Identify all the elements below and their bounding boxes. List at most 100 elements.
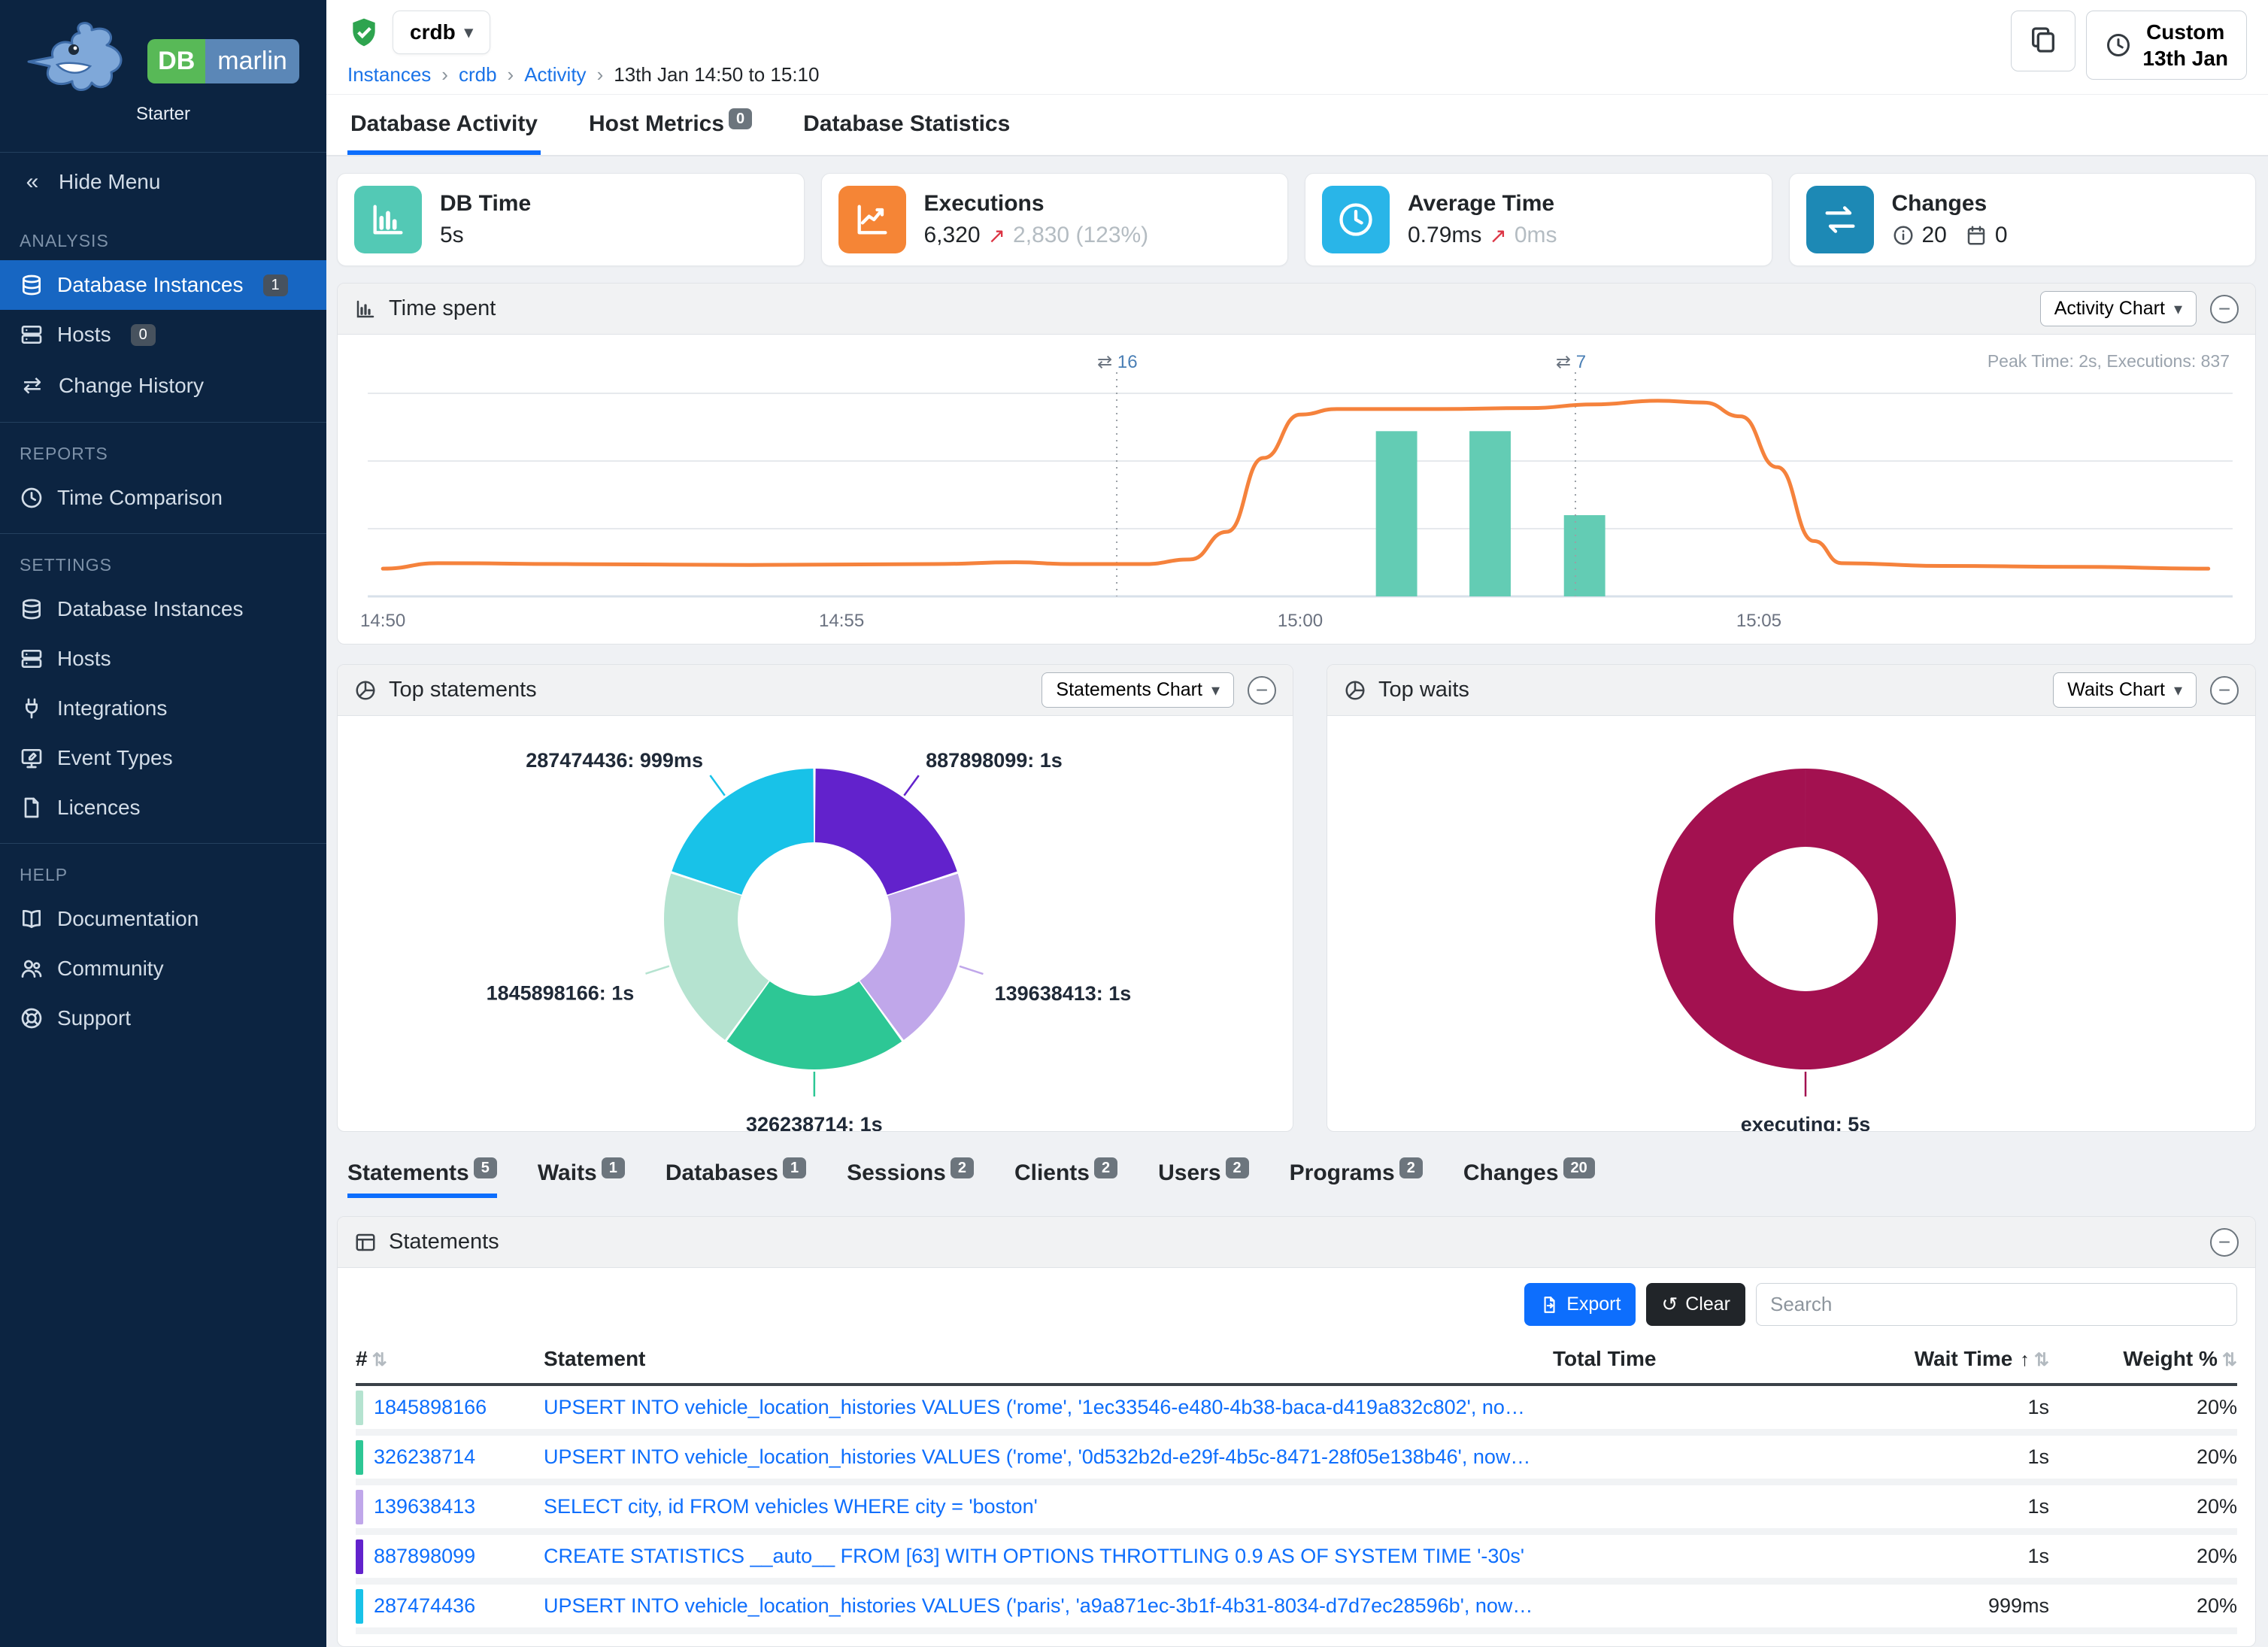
tab-sessions[interactable]: Sessions2: [847, 1160, 974, 1198]
weight-value: 20%: [2049, 1396, 2237, 1419]
instance-selector[interactable]: crdb ▾: [393, 11, 490, 54]
plug-icon: [20, 696, 44, 720]
col-wait-time[interactable]: Wait Time↑⇅: [1809, 1347, 2049, 1371]
plan-label: Starter: [136, 104, 190, 125]
book-icon: [20, 907, 44, 931]
sidebar-item-event-types[interactable]: Event Types: [0, 733, 326, 783]
collapse-button[interactable]: −: [2210, 295, 2239, 323]
tab-changes[interactable]: Changes20: [1463, 1160, 1595, 1198]
breadcrumb-activity[interactable]: Activity: [524, 63, 586, 86]
chevron-down-icon: ▾: [1211, 681, 1220, 700]
statement-link[interactable]: UPSERT INTO vehicle_location_histories V…: [544, 1445, 1553, 1469]
sidebar-item-time-comparison[interactable]: Time Comparison: [0, 473, 326, 523]
collapse-button[interactable]: −: [1248, 676, 1276, 705]
card-title: DB Time: [440, 191, 531, 217]
weight-value: 20%: [2049, 1545, 2237, 1568]
search-input[interactable]: [1756, 1283, 2237, 1326]
count-badge: 0: [729, 108, 752, 129]
tab-host-metrics[interactable]: Host Metrics0: [586, 95, 755, 155]
sidebar-item-support[interactable]: Support: [0, 993, 326, 1043]
clock-icon: [2105, 32, 2132, 59]
statement-id-link[interactable]: 887898099: [374, 1545, 493, 1568]
statement-link[interactable]: UPSERT INTO vehicle_location_histories V…: [544, 1396, 1553, 1419]
licence-icon: [20, 796, 44, 820]
sidebar-item-label: Community: [57, 957, 164, 981]
copy-button[interactable]: [2011, 11, 2075, 71]
table-toolbar: Export ↺ Clear: [338, 1268, 2255, 1339]
statement-link[interactable]: UPSERT INTO vehicle_location_histories V…: [544, 1594, 1553, 1618]
bar-chart-icon: [354, 186, 422, 253]
server-icon: [20, 323, 44, 347]
card-average-time: Average Time 0.79ms ↗ 0ms: [1305, 173, 1772, 266]
time-range-button[interactable]: Custom 13th Jan: [2086, 11, 2247, 80]
detail-tabs: Statements5 Waits1 Databases1 Sessions2 …: [337, 1160, 2256, 1198]
sidebar-item-label: Change History: [59, 374, 204, 398]
chevron-down-icon: ▾: [2174, 681, 2182, 700]
collapse-button[interactable]: −: [2210, 676, 2239, 705]
statement-link[interactable]: CREATE STATISTICS __auto__ FROM [63] WIT…: [544, 1545, 1553, 1568]
tab-database-statistics[interactable]: Database Statistics: [800, 95, 1013, 155]
card-title: Executions: [924, 191, 1149, 217]
database-icon: [20, 597, 44, 621]
sidebar-item-label: Database Instances: [57, 597, 244, 621]
trend-up-icon: ↗: [988, 223, 1005, 248]
sidebar-item-licences[interactable]: Licences: [0, 783, 326, 833]
count-badge: 2: [1399, 1157, 1423, 1178]
breadcrumb-sep-icon: ›: [597, 63, 604, 86]
export-icon: [1539, 1295, 1559, 1315]
tab-clients[interactable]: Clients2: [1014, 1160, 1117, 1198]
tab-database-activity[interactable]: Database Activity: [347, 95, 541, 155]
statement-link[interactable]: SELECT city, id FROM vehicles WHERE city…: [544, 1495, 1553, 1518]
main-area: crdb ▾ Instances › crdb › Activity › 13t…: [326, 0, 2268, 1647]
table-row: 887898099 CREATE STATISTICS __auto__ FRO…: [356, 1535, 2237, 1585]
export-button[interactable]: Export: [1524, 1283, 1636, 1326]
statement-id-link[interactable]: 326238714: [374, 1445, 493, 1469]
table-row: 139638413 SELECT city, id FROM vehicles …: [356, 1485, 2237, 1535]
sidebar-item-change-history[interactable]: ⇄ Change History: [0, 359, 326, 411]
statement-id-link[interactable]: 139638413: [374, 1495, 493, 1518]
brand-logo: DB marlin Starter: [0, 0, 326, 132]
charts-row: Top statements Statements Chart ▾ − 8878…: [337, 664, 2256, 1132]
col-num[interactable]: #⇅: [356, 1347, 544, 1371]
statement-id-link[interactable]: 1845898166: [374, 1396, 505, 1419]
collapse-button[interactable]: −: [2210, 1228, 2239, 1257]
tab-programs[interactable]: Programs2: [1290, 1160, 1423, 1198]
chevron-down-icon: ▾: [2174, 299, 2182, 319]
tab-statements[interactable]: Statements5: [347, 1160, 497, 1198]
sidebar-item-documentation[interactable]: Documentation: [0, 894, 326, 944]
svg-text:1845898166: 1s: 1845898166: 1s: [487, 982, 635, 1005]
section-settings: SETTINGS: [0, 535, 326, 584]
sidebar-item-integrations[interactable]: Integrations: [0, 684, 326, 733]
breadcrumb-instances[interactable]: Instances: [347, 63, 431, 86]
users-icon: [20, 957, 44, 981]
statements-chart-select[interactable]: Statements Chart ▾: [1042, 672, 1234, 708]
tab-users[interactable]: Users2: [1158, 1160, 1249, 1198]
col-total-time[interactable]: Total Time: [1553, 1347, 1809, 1371]
info-icon: [1892, 224, 1915, 247]
sidebar-item-settings-database-instances[interactable]: Database Instances: [0, 584, 326, 634]
server-icon: [20, 647, 44, 671]
sidebar-item-hosts[interactable]: Hosts 0: [0, 310, 326, 359]
statement-color-chip: [356, 1490, 363, 1524]
tab-databases[interactable]: Databases1: [666, 1160, 806, 1198]
col-statement[interactable]: Statement: [544, 1347, 1553, 1371]
breadcrumb-crdb[interactable]: crdb: [459, 63, 497, 86]
time-spent-chart[interactable]: ⇄ 16⇄ 714:5014:5515:0015:05: [353, 341, 2240, 635]
support-icon: [20, 1006, 44, 1030]
top-waits-donut[interactable]: executing: 5s: [1327, 716, 2255, 1131]
minus-icon: −: [1256, 678, 1268, 702]
sidebar-item-settings-hosts[interactable]: Hosts: [0, 634, 326, 684]
copy-icon: [2028, 25, 2058, 55]
line-chart-icon: [838, 186, 906, 253]
tab-waits[interactable]: Waits1: [538, 1160, 625, 1198]
sidebar-item-community[interactable]: Community: [0, 944, 326, 993]
statement-id-link[interactable]: 287474436: [374, 1594, 493, 1618]
clear-button[interactable]: ↺ Clear: [1646, 1283, 1745, 1326]
col-weight[interactable]: Weight %⇅: [2049, 1347, 2237, 1371]
top-statements-donut[interactable]: 887898099: 1s139638413: 1s326238714: 1s1…: [338, 716, 1293, 1131]
sidebar-item-database-instances[interactable]: Database Instances 1: [0, 260, 326, 310]
waits-chart-select[interactable]: Waits Chart ▾: [2053, 672, 2197, 708]
hide-menu-button[interactable]: « Hide Menu: [0, 152, 326, 211]
sidebar: DB marlin Starter « Hide Menu ANALYSIS D…: [0, 0, 326, 1647]
activity-chart-select[interactable]: Activity Chart ▾: [2040, 291, 2197, 326]
